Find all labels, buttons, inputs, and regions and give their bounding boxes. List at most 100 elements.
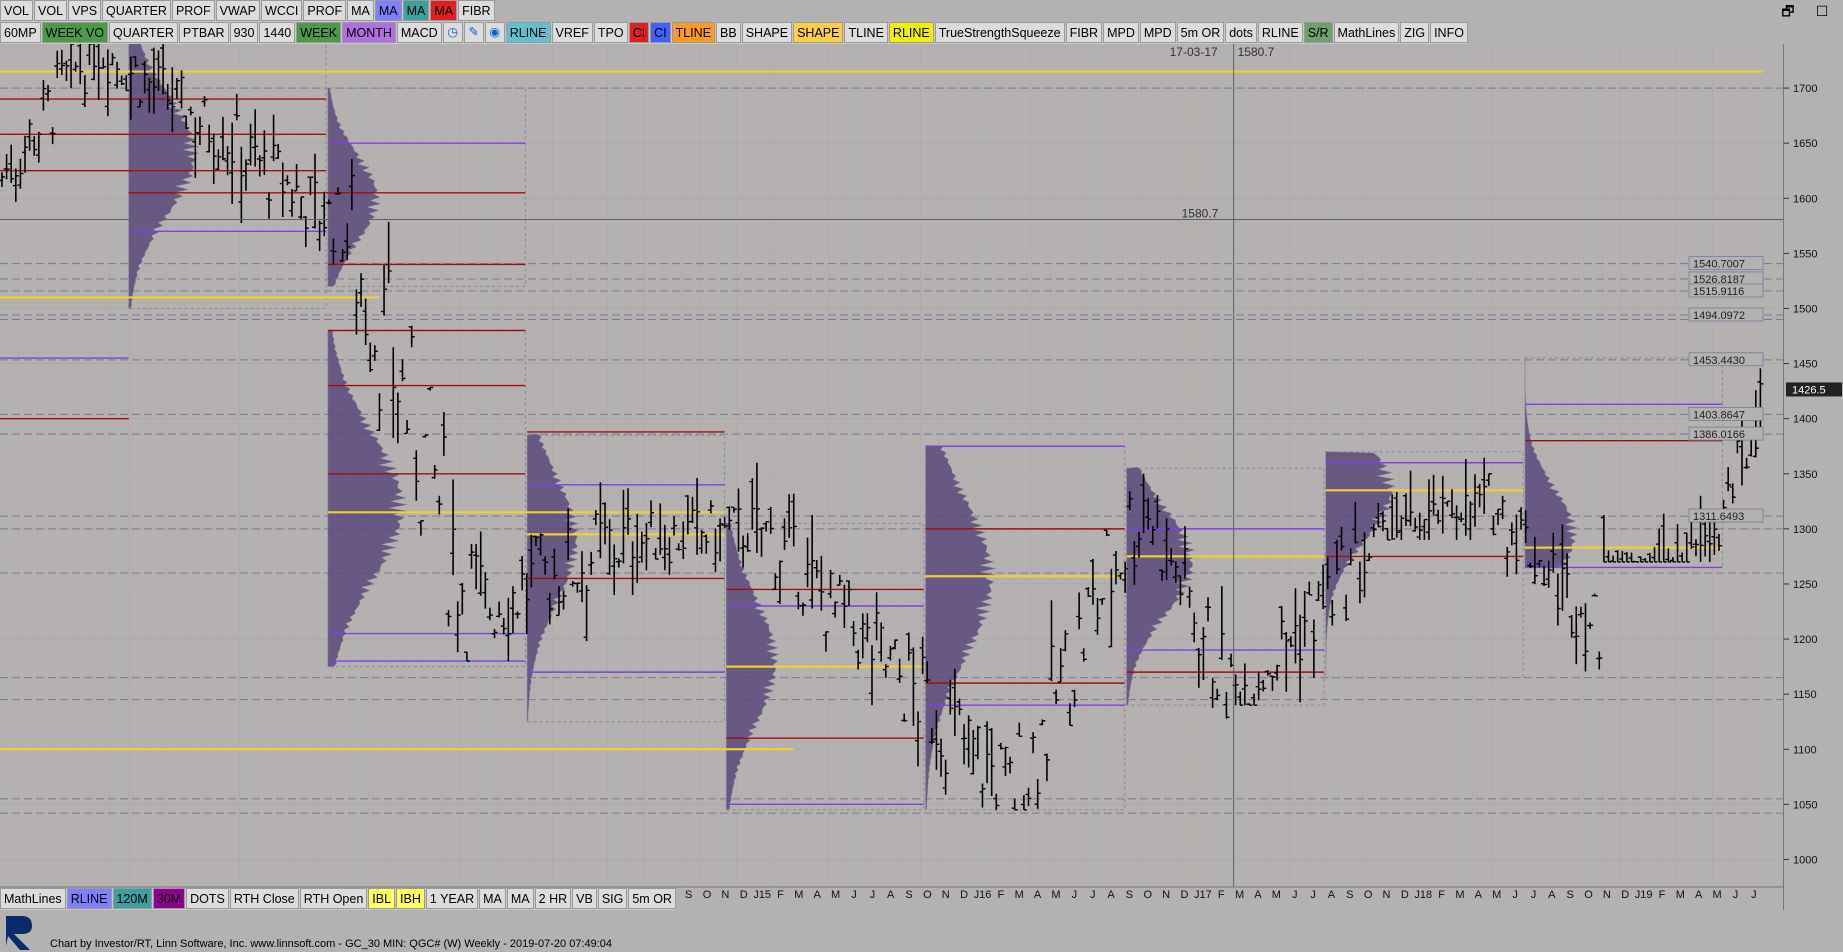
toolbar-button-ci[interactable]: CI	[650, 22, 671, 43]
toolbar-button-rline[interactable]: RLINE	[66, 888, 112, 909]
toolbar-button-bb[interactable]: BB	[716, 22, 741, 43]
toolbar-button-mathlines[interactable]: MathLines	[1333, 22, 1400, 43]
toolbar-button-ibh[interactable]: IBH	[396, 888, 425, 909]
x-tick-label: S	[1126, 889, 1133, 901]
x-tick-label: D	[1621, 889, 1629, 901]
x-tick-label: O	[1144, 889, 1153, 901]
toolbar-button-ptbar[interactable]: PTBAR	[178, 22, 229, 43]
clock-icon[interactable]: ◷	[442, 22, 463, 43]
toolbar-button-info[interactable]: INFO	[1430, 22, 1468, 43]
y-tick-label: 1650	[1793, 138, 1817, 150]
x-tick-label: M	[1713, 889, 1722, 901]
toolbar-button-vps[interactable]: VPS	[68, 0, 102, 21]
toolbar-button-sig[interactable]: SIG	[597, 888, 628, 909]
pencil-icon[interactable]: ✎	[463, 22, 484, 43]
toolbar-button-5m-or[interactable]: 5m OR	[1176, 22, 1225, 43]
toolbar-button-ma[interactable]: MA	[430, 0, 458, 21]
toolbar-button-rline[interactable]: RLINE	[1257, 22, 1303, 43]
x-tick-label: J17	[1194, 889, 1212, 901]
toolbar-button-macd[interactable]: MACD	[396, 22, 442, 43]
toolbar-button-tline[interactable]: TLINE	[671, 22, 716, 43]
toolbar-button-tpo[interactable]: TPO	[593, 22, 628, 43]
x-tick-label: M	[794, 889, 803, 901]
toolbar-button-rth-open[interactable]: RTH Open	[299, 888, 368, 909]
price-chart[interactable]: 17-03-17 1580.71580.71540.70071526.818715…	[0, 44, 1783, 910]
toolbar-bottom: MathLines RLINE 120M 30M DOTS RTH Close RTH Op…	[0, 888, 676, 910]
toolbar-button-2-hr[interactable]: 2 HR	[534, 888, 572, 909]
x-tick-label: J	[851, 889, 857, 901]
toolbar-button-30m[interactable]: 30M	[152, 888, 186, 909]
toolbar-button-1-year[interactable]: 1 YEAR	[425, 888, 479, 909]
toolbar-button-mpd[interactable]: MPD	[1103, 22, 1139, 43]
toolbar-button-quarter[interactable]: QUARTER	[109, 22, 178, 43]
toolbar-button-ibl[interactable]: IBL	[368, 888, 396, 909]
drop-icon[interactable]: ◉	[484, 22, 505, 43]
toolbar-button-tline[interactable]: TLINE	[844, 22, 888, 43]
x-tick-label: A	[1328, 889, 1336, 901]
toolbar-button-week-vo[interactable]: WEEK VO	[41, 22, 108, 43]
toolbar-button-rline[interactable]: RLINE	[505, 22, 551, 43]
toolbar-button-prof[interactable]: PROF	[303, 0, 347, 21]
toolbar-button-dots[interactable]: DOTS	[186, 888, 229, 909]
x-tick-label: A	[1548, 889, 1556, 901]
x-tick-label: M	[1272, 889, 1281, 901]
toolbar-button-930[interactable]: 930	[229, 22, 259, 43]
toolbar-button-ma[interactable]: MA	[479, 888, 506, 909]
x-tick-label: J	[1310, 889, 1316, 901]
x-tick-label: S	[905, 889, 912, 901]
toolbar-button-120m[interactable]: 120M	[112, 888, 152, 909]
toolbar-button-60mp[interactable]: 60MP	[0, 22, 41, 43]
toolbar-button-mathlines[interactable]: MathLines	[0, 888, 66, 909]
restore-window-button[interactable]: 🗗	[1777, 1, 1799, 21]
toolbar-button-ma[interactable]: MA	[347, 0, 374, 21]
toolbar-button-s-r[interactable]: S/R	[1303, 22, 1333, 43]
x-tick-label: F	[1438, 889, 1445, 901]
toolbar-button-shape[interactable]: SHAPE	[793, 22, 844, 43]
toolbar-button-ci[interactable]: CI	[628, 22, 650, 43]
toolbar-button-zig[interactable]: ZIG	[1400, 22, 1430, 43]
toolbar-button-vol[interactable]: VOL	[34, 0, 68, 21]
toolbar-button-1440[interactable]: 1440	[259, 22, 296, 43]
x-tick-label: A	[1034, 889, 1042, 901]
toolbar-button-dots[interactable]: dots	[1225, 22, 1257, 43]
x-tick-label: J	[1751, 889, 1757, 901]
toolbar-button-fibr[interactable]: FIBR	[1065, 22, 1103, 43]
toolbar-button-fibr[interactable]: FIBR	[458, 0, 495, 21]
toolbar-button-truestrengthsqueeze[interactable]: TrueStrengthSqueeze	[934, 22, 1065, 43]
x-tick-label: J	[1292, 889, 1298, 901]
x-tick-label: M	[831, 889, 840, 901]
toolbar-button-wcci[interactable]: WCCI	[261, 0, 303, 21]
y-tick-label: 1150	[1793, 689, 1817, 701]
toolbar-button-ma[interactable]: MA	[374, 0, 402, 21]
toolbar-button-prof[interactable]: PROF	[171, 0, 215, 21]
toolbar-button-5m-or[interactable]: 5m OR	[628, 888, 676, 909]
toolbar-button-week[interactable]: WEEK	[296, 22, 342, 43]
close-window-button[interactable]: ☐	[1811, 1, 1833, 21]
x-tick-label: S	[1567, 889, 1574, 901]
y-tick-label: 1400	[1793, 414, 1817, 426]
toolbar-button-mpd[interactable]: MPD	[1139, 22, 1176, 43]
level-label: 1494.0972	[1693, 310, 1745, 322]
status-bar: Chart by Investor/RT, Linn Software, Inc…	[50, 938, 613, 950]
toolbar-button-vwap[interactable]: VWAP	[215, 0, 261, 21]
toolbar-button-rline[interactable]: RLINE	[888, 22, 934, 43]
x-tick-label: J15	[753, 889, 771, 901]
x-tick-label: J19	[1635, 889, 1653, 901]
toolbar-button-vb[interactable]: VB	[572, 888, 597, 909]
price-axis[interactable]: 1000 1050 1100 1150 1200 1250 1300 1350 1400 1450…	[1783, 44, 1843, 910]
x-tick-label: O	[1584, 889, 1593, 901]
toolbar-button-shape[interactable]: SHAPE	[741, 22, 793, 43]
toolbar-button-ma[interactable]: MA	[402, 0, 430, 21]
toolbar-button-month[interactable]: MONTH	[342, 22, 396, 43]
toolbar-button-quarter[interactable]: QUARTER	[102, 0, 171, 21]
x-tick-label: J	[1090, 889, 1096, 901]
x-tick-label: F	[1659, 889, 1666, 901]
toolbar-button-vref[interactable]: VREF	[551, 22, 593, 43]
x-tick-label: J	[1512, 889, 1518, 901]
toolbar-button-vol[interactable]: VOL	[0, 0, 34, 21]
y-tick-label: 1500	[1793, 303, 1817, 315]
y-tick-label: 1000	[1793, 854, 1817, 866]
level-label: 1540.7007	[1693, 259, 1745, 271]
toolbar-button-rth-close[interactable]: RTH Close	[229, 888, 299, 909]
toolbar-button-ma[interactable]: MA	[506, 888, 534, 909]
